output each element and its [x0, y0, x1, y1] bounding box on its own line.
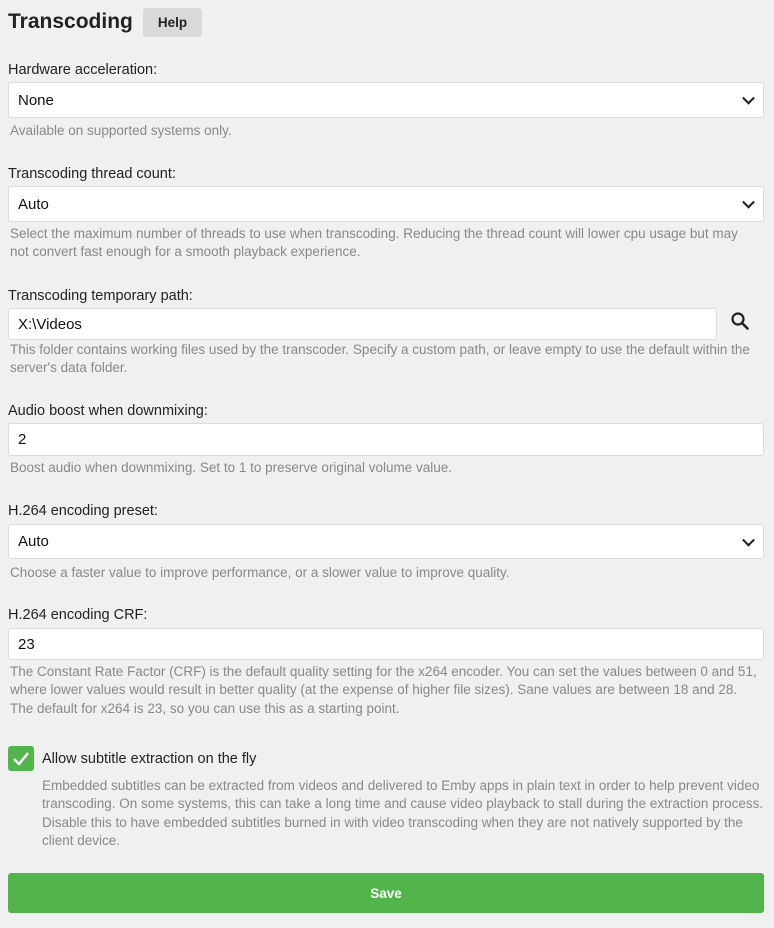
h264-crf-hint: The Constant Rate Factor (CRF) is the de… [10, 664, 757, 716]
h264-crf-label: H.264 encoding CRF: [8, 607, 148, 623]
audio-boost-value: 2 [18, 431, 27, 448]
h264-crf-input[interactable]: 23 [8, 628, 764, 660]
checkmark-icon [13, 752, 29, 766]
hardware-acceleration-hint: Available on supported systems only. [10, 123, 232, 138]
temp-path-hint: This folder contains working files used … [10, 342, 750, 376]
thread-count-select[interactable]: Auto [8, 186, 764, 222]
help-button[interactable]: Help [143, 8, 202, 37]
hardware-acceleration-value: None [18, 91, 54, 109]
subtitle-extraction-label[interactable]: Allow subtitle extraction on the fly [42, 750, 256, 768]
h264-preset-select[interactable]: Auto [8, 524, 764, 559]
chevron-down-icon [742, 91, 755, 105]
h264-preset-value: Auto [18, 533, 49, 550]
search-icon[interactable] [729, 310, 753, 334]
page-title: Transcoding [8, 10, 133, 33]
subtitle-extraction-hint: Embedded subtitles can be extracted from… [42, 778, 764, 848]
subtitle-extraction-checkbox[interactable] [8, 746, 34, 771]
temp-path-input[interactable]: X:\Videos [8, 308, 717, 340]
save-button[interactable]: Save [8, 873, 764, 913]
thread-count-hint: Select the maximum number of threads to … [10, 226, 738, 260]
thread-count-label: Transcoding thread count: [8, 166, 176, 182]
chevron-down-icon [742, 195, 755, 209]
audio-boost-input[interactable]: 2 [8, 423, 764, 456]
h264-preset-hint: Choose a faster value to improve perform… [10, 565, 510, 580]
h264-preset-label: H.264 encoding preset: [8, 503, 158, 519]
chevron-down-icon [742, 533, 755, 547]
temp-path-value: X:\Videos [18, 315, 82, 333]
thread-count-value: Auto [18, 195, 49, 213]
temp-path-label: Transcoding temporary path: [8, 288, 193, 304]
audio-boost-hint: Boost audio when downmixing. Set to 1 to… [10, 460, 452, 475]
hardware-acceleration-label: Hardware acceleration: [8, 62, 158, 78]
audio-boost-label: Audio boost when downmixing: [8, 403, 208, 419]
h264-crf-value: 23 [18, 635, 35, 653]
hardware-acceleration-select[interactable]: None [8, 82, 764, 118]
